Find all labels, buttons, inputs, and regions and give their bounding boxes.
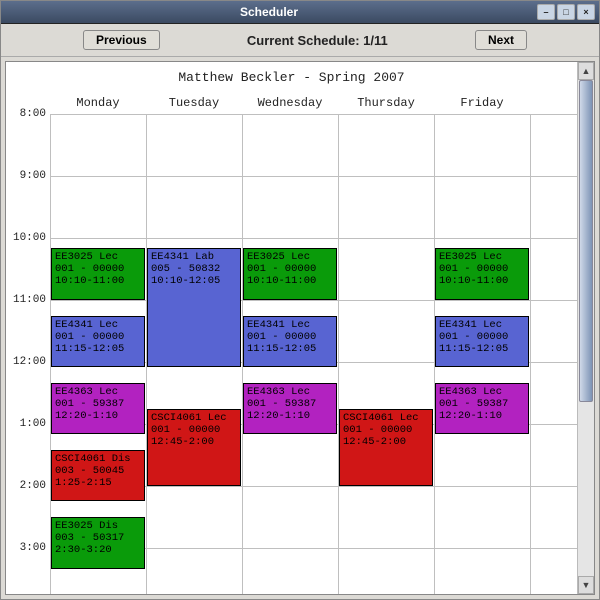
event-line: 2:30-3:20: [55, 544, 141, 556]
day-header: Monday: [50, 96, 146, 110]
event-line: EE4341 Lab: [151, 251, 237, 263]
event-block[interactable]: EE4341 Lec001 - 0000011:15-12:05: [243, 316, 337, 368]
vertical-scrollbar[interactable]: ▲ ▼: [577, 62, 594, 594]
minimize-icon[interactable]: –: [537, 4, 555, 20]
event-block[interactable]: EE3025 Dis003 - 503172:30-3:20: [51, 517, 145, 569]
event-block[interactable]: EE4341 Lab005 - 5083210:10-12:05: [147, 248, 241, 367]
event-line: 001 - 00000: [55, 331, 141, 343]
scroll-track[interactable]: [578, 80, 594, 576]
day-header: Wednesday: [242, 96, 338, 110]
scheduler-window: Scheduler – □ × Previous Current Schedul…: [0, 0, 600, 600]
window-title: Scheduler: [1, 5, 537, 19]
event-line: 001 - 00000: [439, 331, 525, 343]
event-line: 12:45-2:00: [343, 436, 429, 448]
event-line: 11:15-12:05: [55, 343, 141, 355]
event-block[interactable]: CSCI4061 Lec001 - 0000012:45-2:00: [147, 409, 241, 487]
event-line: 001 - 00000: [247, 263, 333, 275]
event-line: 12:20-1:10: [247, 410, 333, 422]
event-line: CSCI4061 Dis: [55, 453, 141, 465]
event-line: 10:10-11:00: [247, 275, 333, 287]
time-label: 9:00: [8, 170, 46, 182]
next-button[interactable]: Next: [475, 30, 527, 50]
event-line: 12:20-1:10: [55, 410, 141, 422]
event-line: 12:45-2:00: [151, 436, 237, 448]
event-line: EE4363 Lec: [55, 386, 141, 398]
event-line: EE3025 Lec: [439, 251, 525, 263]
time-label: 11:00: [8, 294, 46, 306]
event-line: EE3025 Dis: [55, 520, 141, 532]
event-line: 12:20-1:10: [439, 410, 525, 422]
content-area: Matthew Beckler - Spring 2007 MondayTues…: [5, 61, 595, 595]
titlebar: Scheduler – □ ×: [1, 1, 599, 24]
event-line: 11:15-12:05: [439, 343, 525, 355]
event-line: 001 - 59387: [55, 398, 141, 410]
scroll-down-icon[interactable]: ▼: [578, 576, 594, 594]
event-block[interactable]: EE4363 Lec001 - 5938712:20-1:10: [51, 383, 145, 435]
event-block[interactable]: EE3025 Lec001 - 0000010:10-11:00: [435, 248, 529, 300]
event-line: EE4341 Lec: [439, 319, 525, 331]
event-block[interactable]: EE4341 Lec001 - 0000011:15-12:05: [51, 316, 145, 368]
day-header: Friday: [434, 96, 530, 110]
event-line: EE4363 Lec: [439, 386, 525, 398]
event-line: CSCI4061 Lec: [343, 412, 429, 424]
time-label: 8:00: [8, 108, 46, 120]
event-line: 003 - 50317: [55, 532, 141, 544]
event-block[interactable]: EE4341 Lec001 - 0000011:15-12:05: [435, 316, 529, 368]
event-line: 10:10-12:05: [151, 275, 237, 287]
scroll-up-icon[interactable]: ▲: [578, 62, 594, 80]
event-line: EE3025 Lec: [55, 251, 141, 263]
event-block[interactable]: EE3025 Lec001 - 0000010:10-11:00: [51, 248, 145, 300]
event-line: EE4341 Lec: [247, 319, 333, 331]
time-label: 3:00: [8, 542, 46, 554]
scroll-thumb[interactable]: [579, 80, 593, 402]
event-line: 005 - 50832: [151, 263, 237, 275]
event-line: 11:15-12:05: [247, 343, 333, 355]
event-line: CSCI4061 Lec: [151, 412, 237, 424]
day-header: Thursday: [338, 96, 434, 110]
event-block[interactable]: CSCI4061 Dis003 - 500451:25-2:15: [51, 450, 145, 502]
event-line: 001 - 00000: [247, 331, 333, 343]
event-block[interactable]: EE4363 Lec001 - 5938712:20-1:10: [243, 383, 337, 435]
event-line: 001 - 00000: [343, 424, 429, 436]
close-icon[interactable]: ×: [577, 4, 595, 20]
event-line: EE3025 Lec: [247, 251, 333, 263]
day-header: Tuesday: [146, 96, 242, 110]
event-line: 001 - 00000: [55, 263, 141, 275]
event-line: 1:25-2:15: [55, 477, 141, 489]
event-line: 001 - 00000: [151, 424, 237, 436]
window-buttons: – □ ×: [537, 4, 599, 20]
page-title: Matthew Beckler - Spring 2007: [6, 70, 577, 85]
time-label: 1:00: [8, 418, 46, 430]
event-block[interactable]: EE4363 Lec001 - 5938712:20-1:10: [435, 383, 529, 435]
event-line: 001 - 00000: [439, 263, 525, 275]
event-line: 10:10-11:00: [439, 275, 525, 287]
event-block[interactable]: CSCI4061 Lec001 - 0000012:45-2:00: [339, 409, 433, 487]
maximize-icon[interactable]: □: [557, 4, 575, 20]
event-line: 001 - 59387: [247, 398, 333, 410]
event-line: 003 - 50045: [55, 465, 141, 477]
time-label: 10:00: [8, 232, 46, 244]
schedule-status: Current Schedule: 1/11: [166, 33, 469, 48]
event-line: EE4363 Lec: [247, 386, 333, 398]
time-label: 12:00: [8, 356, 46, 368]
calendar-grid: Matthew Beckler - Spring 2007 MondayTues…: [6, 62, 577, 594]
event-line: EE4341 Lec: [55, 319, 141, 331]
time-label: 2:00: [8, 480, 46, 492]
event-block[interactable]: EE3025 Lec001 - 0000010:10-11:00: [243, 248, 337, 300]
toolbar: Previous Current Schedule: 1/11 Next: [1, 24, 599, 57]
event-line: 001 - 59387: [439, 398, 525, 410]
event-line: 10:10-11:00: [55, 275, 141, 287]
previous-button[interactable]: Previous: [83, 30, 160, 50]
